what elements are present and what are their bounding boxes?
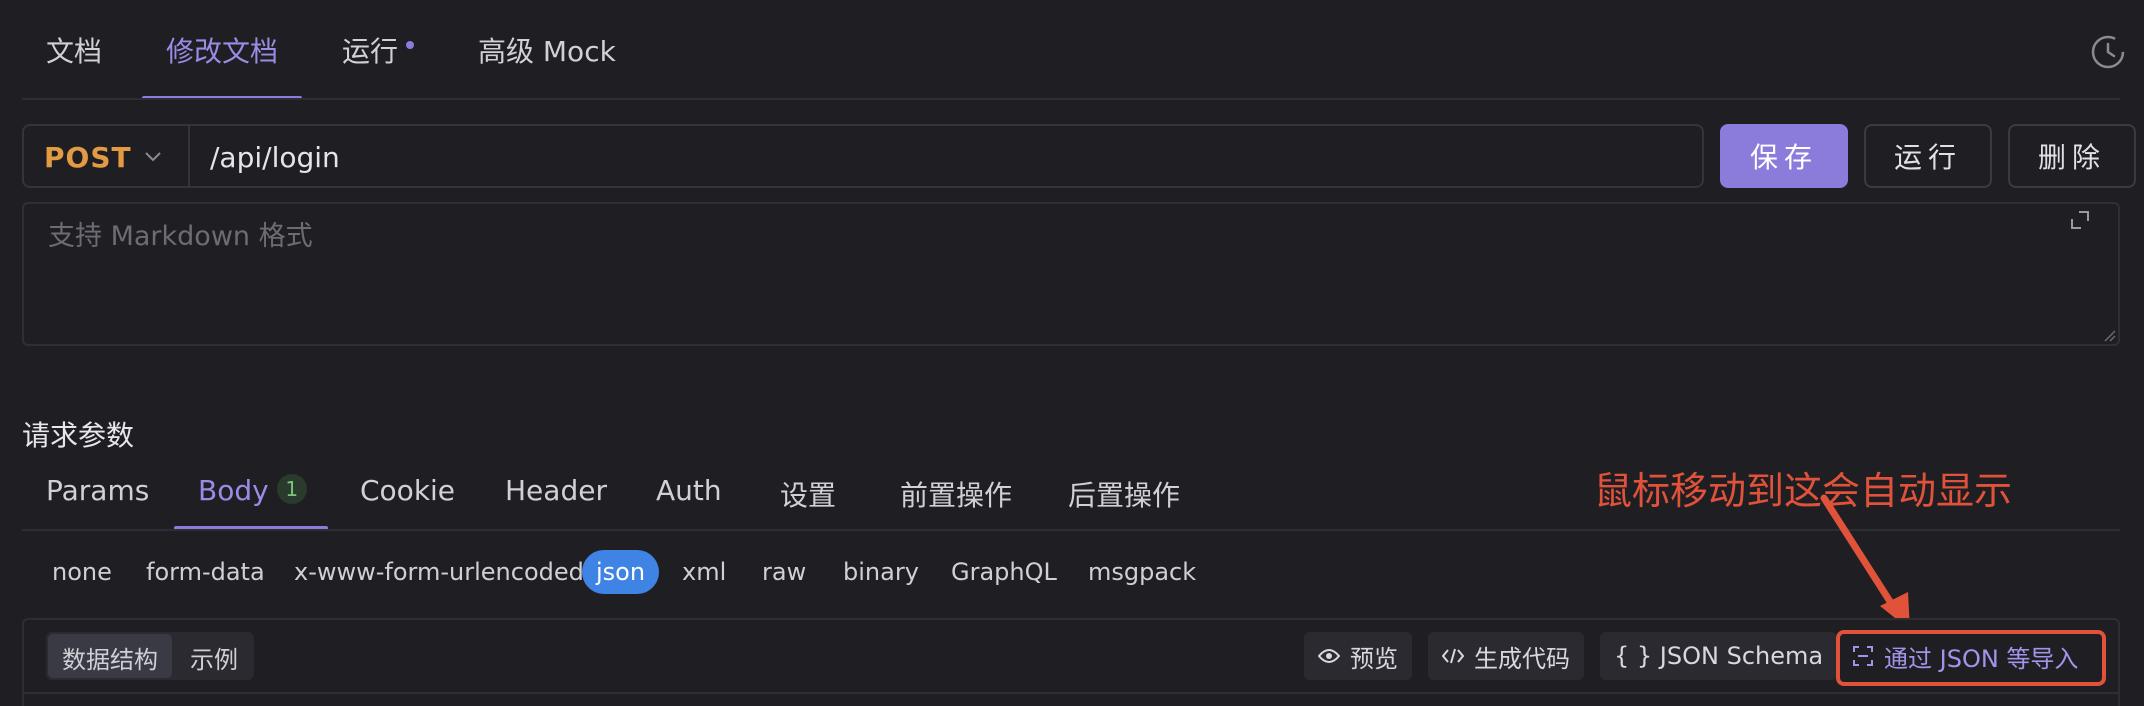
top-tab-bar: 文档 修改文档 运行 高级 Mock <box>0 0 2144 100</box>
generate-code-label: 生成代码 <box>1474 644 1570 673</box>
tab-edit-docs[interactable]: 修改文档 <box>166 30 278 70</box>
json-schema-button[interactable]: { } JSON Schema <box>1600 632 1838 680</box>
tab-body[interactable]: Body 1 <box>198 474 307 507</box>
tab-run[interactable]: 运行 <box>342 30 415 70</box>
tab-docs[interactable]: 文档 <box>46 30 102 70</box>
tab-divider <box>22 98 2120 100</box>
tab-pre-processors[interactable]: 前置操作 <box>900 474 1012 514</box>
toolbar-divider <box>22 692 2120 694</box>
preview-button[interactable]: 预览 <box>1304 632 1412 680</box>
tab-post-processors[interactable]: 后置操作 <box>1068 474 1180 514</box>
tab-auth[interactable]: Auth <box>656 474 722 507</box>
preview-label: 预览 <box>1350 644 1398 673</box>
annotation-text: 鼠标移动到这会自动显示 <box>1594 469 2013 513</box>
body-type-binary[interactable]: binary <box>843 558 919 586</box>
segment-example[interactable]: 示例 <box>190 640 238 675</box>
history-icon[interactable] <box>2090 34 2126 70</box>
body-type-graphql[interactable]: GraphQL <box>951 558 1057 586</box>
method-label: POST <box>44 141 132 174</box>
description-textarea[interactable]: 支持 Markdown 格式 <box>22 202 2120 346</box>
url-value: /api/login <box>210 141 340 174</box>
params-divider <box>22 529 2120 531</box>
tab-header[interactable]: Header <box>505 474 607 507</box>
segment-schema[interactable]: 数据结构 <box>62 640 158 675</box>
expand-icon[interactable] <box>2068 208 2092 232</box>
method-select[interactable]: POST <box>22 124 190 188</box>
eye-icon <box>1318 649 1340 663</box>
code-icon <box>1442 648 1464 664</box>
url-input[interactable]: /api/login <box>188 124 1704 188</box>
tab-body-label: Body <box>198 474 269 507</box>
annotation-highlight-box <box>1836 630 2106 686</box>
generate-code-button[interactable]: 生成代码 <box>1428 632 1584 680</box>
body-type-raw[interactable]: raw <box>762 558 806 586</box>
tab-params[interactable]: Params <box>46 474 149 507</box>
annotation-arrow <box>1820 494 1910 630</box>
body-count-badge: 1 <box>276 474 307 504</box>
body-type-form-data[interactable]: form-data <box>146 558 265 586</box>
body-type-xml[interactable]: xml <box>682 558 726 586</box>
delete-button[interactable]: 删除 <box>2008 124 2136 188</box>
body-type-msgpack[interactable]: msgpack <box>1088 558 1196 586</box>
body-type-urlencoded[interactable]: x-www-form-urlencoded <box>294 558 584 586</box>
request-params-title: 请求参数 <box>22 419 135 452</box>
json-schema-label: { } JSON Schema <box>1614 642 1824 670</box>
chevron-down-icon <box>145 152 161 162</box>
unsaved-dot <box>406 41 415 49</box>
body-type-none[interactable]: none <box>52 558 112 586</box>
description-placeholder: 支持 Markdown 格式 <box>48 221 313 252</box>
tab-advanced-mock[interactable]: 高级 Mock <box>478 30 616 70</box>
run-button[interactable]: 运行 <box>1864 124 1992 188</box>
tab-cookie[interactable]: Cookie <box>360 474 455 507</box>
tab-settings[interactable]: 设置 <box>780 474 836 514</box>
tab-run-label: 运行 <box>342 35 399 68</box>
body-type-json[interactable]: json <box>582 550 660 594</box>
save-button[interactable]: 保存 <box>1720 124 1848 188</box>
resize-handle-icon[interactable] <box>2100 326 2116 342</box>
